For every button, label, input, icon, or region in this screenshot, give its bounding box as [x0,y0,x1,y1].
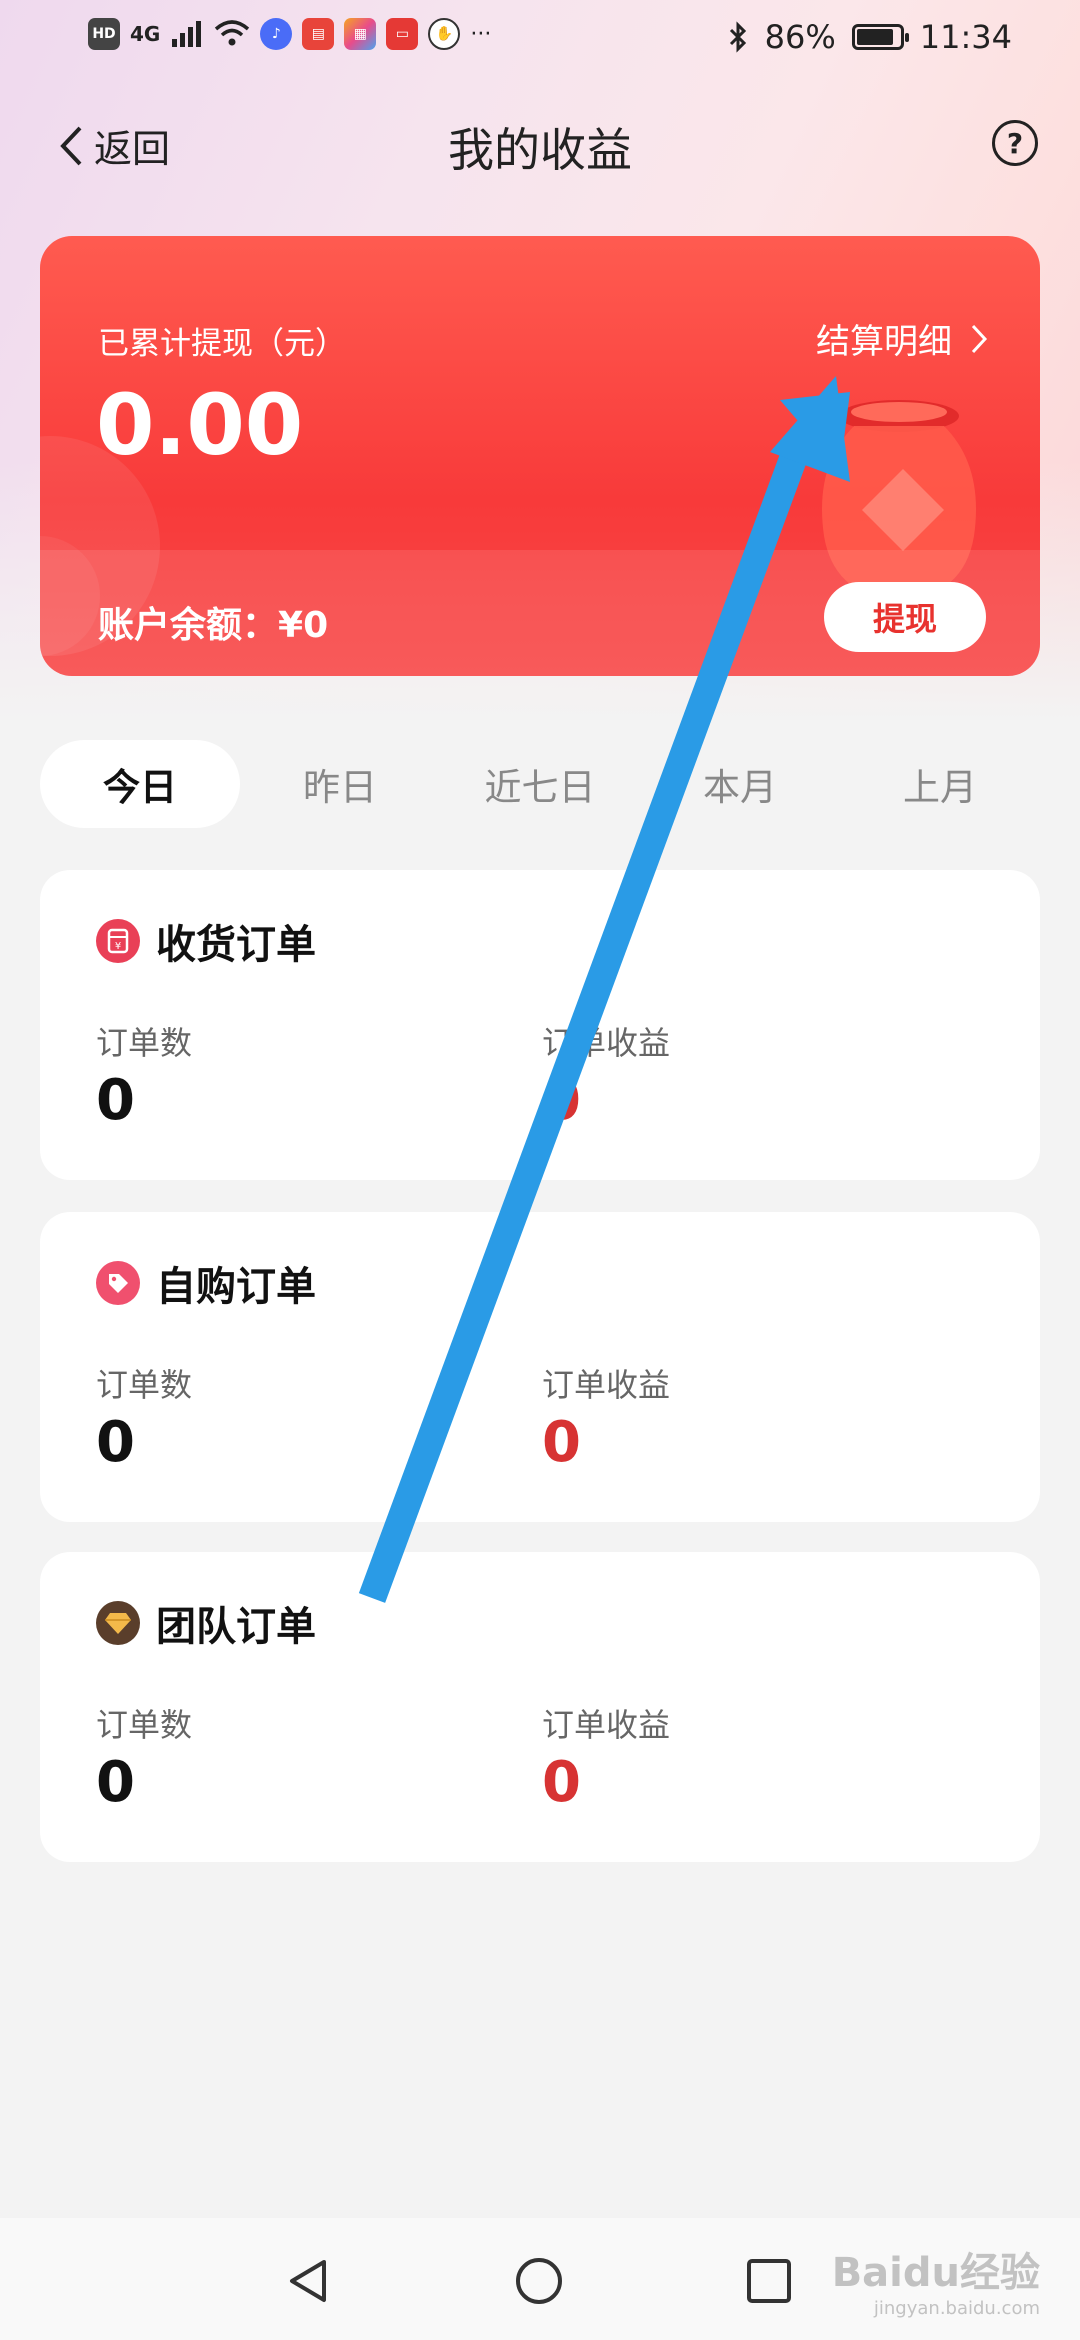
order-earnings-label: 订单收益 [542,1366,671,1404]
order-card-header: 自购订单 [96,1254,316,1312]
watermark-text: Baidu经验 [831,2250,1040,2296]
order-count-value: 0 [96,1750,135,1815]
cumulative-label: 已累计提现（元） [98,326,346,362]
withdraw-button[interactable]: 提现 [824,582,986,652]
tab-last-month[interactable]: 上月 [840,740,1040,828]
order-count-label: 订单数 [96,1024,193,1062]
order-card-header: ¥ 收货订单 [96,912,316,970]
order-count-label: 订单数 [96,1706,193,1744]
wifi-icon [215,20,250,46]
battery-percent: 86% [764,18,836,56]
tag-icon [96,1261,140,1305]
tab-last-seven-days[interactable]: 近七日 [440,740,640,828]
more-notifications: ··· [470,21,492,47]
order-earnings-value: 0 [542,1410,581,1475]
order-earnings-label: 订单收益 [542,1024,671,1062]
order-earnings-value: 0 [542,1750,581,1815]
status-left-icons: HD 4G ♪ ▤ ▦ ▭ ✋ ··· [88,18,491,50]
order-card-title: 自购订单 [156,1264,316,1310]
help-button[interactable]: ? [992,120,1038,166]
svg-text:¥: ¥ [115,941,121,952]
question-icon: ? [1006,126,1024,160]
order-count-value: 0 [96,1068,135,1133]
home-circle-icon[interactable] [514,2256,564,2306]
recents-square-icon[interactable] [744,2256,794,2306]
settlement-label: 结算明细 [816,322,952,362]
order-card-self-purchase[interactable]: 自购订单 订单数 0 订单收益 0 [40,1212,1040,1522]
balance-label: 账户余额： [98,605,279,646]
hd-icon: HD [88,18,120,50]
huawei-store-icon: ▤ [302,18,335,50]
back-triangle-icon[interactable] [284,2256,334,2306]
order-card-title: 收货订单 [156,922,316,968]
settlement-detail-link[interactable]: 结算明细 [816,314,988,363]
baidu-watermark: Baidu经验 jingyan.baidu.com [832,2240,1040,2319]
network-type: 4G [130,22,161,46]
account-balance: 账户余额：¥0 [98,596,328,648]
balance-value: ¥0 [278,605,329,646]
order-card-title: 团队订单 [156,1604,316,1650]
cumulative-amount: 0.00 [96,376,304,474]
order-card-team[interactable]: 团队订单 订单数 0 订单收益 0 [40,1552,1040,1862]
page-title: 我的收益 [448,123,632,177]
order-card-received[interactable]: ¥ 收货订单 订单数 0 订单收益 0 [40,870,1040,1180]
battery-icon [851,24,909,50]
tab-today[interactable]: 今日 [40,740,240,828]
diamond-icon [96,1601,140,1645]
tab-this-month[interactable]: 本月 [640,740,840,828]
tab-yesterday[interactable]: 昨日 [240,740,440,828]
order-earnings-value: 0 [542,1068,581,1133]
status-bar: HD 4G ♪ ▤ ▦ ▭ ✋ ··· 86% 11:34 [0,0,1080,80]
bluetooth-icon [729,21,746,53]
clock: 11:34 [919,18,1012,56]
watermark-sub: jingyan.baidu.com [873,2298,1040,2319]
music-app-icon: ♪ [260,18,293,50]
order-earnings-label: 订单收益 [542,1706,671,1744]
battery-fill [856,29,893,45]
chevron-right-icon [971,324,988,353]
earnings-card: 已累计提现（元） 0.00 结算明细 账户余额：¥0 提现 [40,236,1040,676]
receipt-icon: ¥ [96,919,140,963]
red-app-icon: ▭ [386,18,419,50]
order-card-header: 团队订单 [96,1594,316,1652]
period-tabs: 今日 昨日 近七日 本月 上月 [40,740,1040,830]
order-count-value: 0 [96,1410,135,1475]
navigation-bar: 返回 我的收益 ? [0,100,1080,190]
hand-app-icon: ✋ [428,18,461,50]
order-count-label: 订单数 [96,1366,193,1404]
signal-icon [172,21,202,47]
status-right-icons: 86% 11:34 [727,18,1012,56]
gallery-app-icon: ▦ [344,18,377,50]
